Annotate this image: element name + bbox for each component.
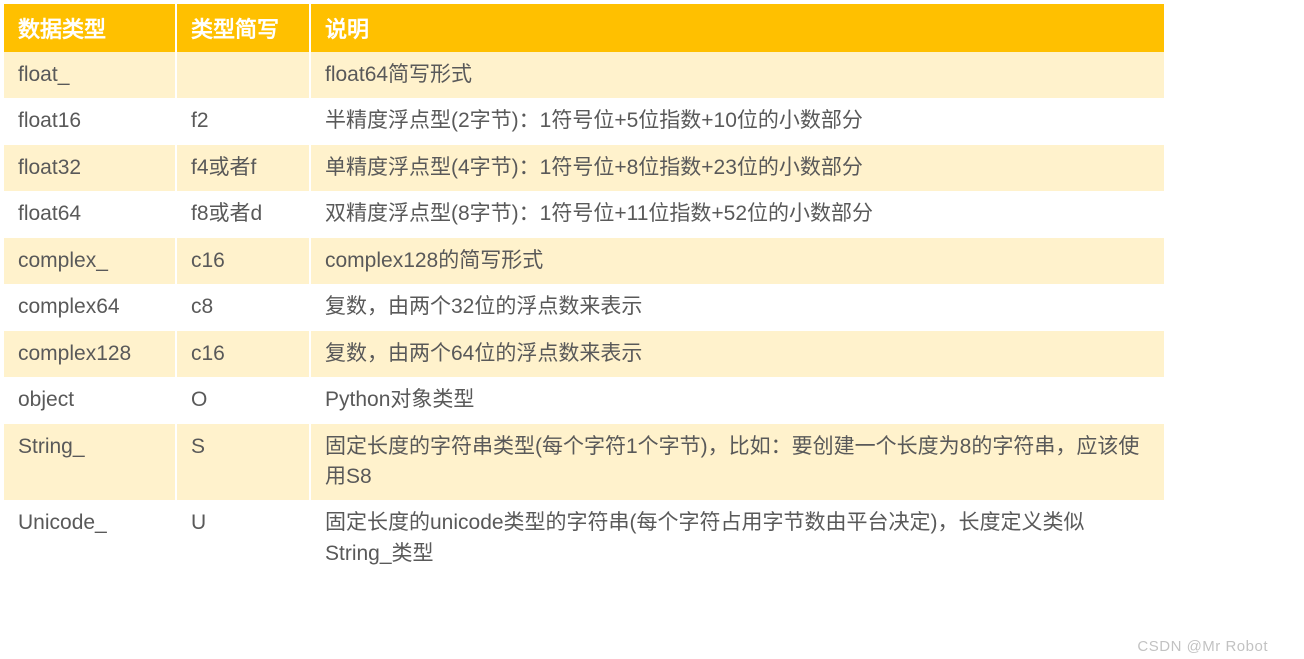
header-abbr: 类型简写	[176, 4, 310, 52]
cell-type: String_	[4, 424, 176, 501]
cell-abbr: c16	[176, 331, 310, 377]
header-desc: 说明	[310, 4, 1164, 52]
table-row: complex64 c8 复数，由两个32位的浮点数来表示	[4, 284, 1164, 330]
watermark: CSDN @Mr Robot	[1137, 638, 1268, 655]
table-row: complex128 c16 复数，由两个64位的浮点数来表示	[4, 331, 1164, 377]
dtype-table: 数据类型 类型简写 说明 float_ float64简写形式 float16 …	[4, 4, 1164, 577]
cell-desc: Python对象类型	[310, 377, 1164, 423]
table-row: float_ float64简写形式	[4, 52, 1164, 98]
table-row: String_ S 固定长度的字符串类型(每个字符1个字节)，比如：要创建一个长…	[4, 424, 1164, 501]
cell-abbr: f2	[176, 98, 310, 144]
cell-abbr: f4或者f	[176, 145, 310, 191]
table-row: float64 f8或者d 双精度浮点型(8字节)：1符号位+11位指数+52位…	[4, 191, 1164, 237]
cell-type: complex64	[4, 284, 176, 330]
cell-desc: complex128的简写形式	[310, 238, 1164, 284]
header-datatype: 数据类型	[4, 4, 176, 52]
table-row: float32 f4或者f 单精度浮点型(4字节)：1符号位+8位指数+23位的…	[4, 145, 1164, 191]
cell-abbr: f8或者d	[176, 191, 310, 237]
cell-type: complex128	[4, 331, 176, 377]
cell-desc: float64简写形式	[310, 52, 1164, 98]
cell-type: object	[4, 377, 176, 423]
cell-desc: 双精度浮点型(8字节)：1符号位+11位指数+52位的小数部分	[310, 191, 1164, 237]
cell-desc: 复数，由两个32位的浮点数来表示	[310, 284, 1164, 330]
cell-abbr: S	[176, 424, 310, 501]
table-row: object O Python对象类型	[4, 377, 1164, 423]
cell-abbr: O	[176, 377, 310, 423]
cell-desc: 固定长度的unicode类型的字符串(每个字符占用字节数由平台决定)，长度定义类…	[310, 500, 1164, 577]
cell-type: float64	[4, 191, 176, 237]
cell-abbr: c16	[176, 238, 310, 284]
table-row: complex_ c16 complex128的简写形式	[4, 238, 1164, 284]
cell-desc: 固定长度的字符串类型(每个字符1个字节)，比如：要创建一个长度为8的字符串，应该…	[310, 424, 1164, 501]
table-row: float16 f2 半精度浮点型(2字节)：1符号位+5位指数+10位的小数部…	[4, 98, 1164, 144]
cell-abbr: U	[176, 500, 310, 577]
cell-type: float_	[4, 52, 176, 98]
cell-abbr	[176, 52, 310, 98]
table-header-row: 数据类型 类型简写 说明	[4, 4, 1164, 52]
cell-abbr: c8	[176, 284, 310, 330]
cell-type: float16	[4, 98, 176, 144]
cell-desc: 单精度浮点型(4字节)：1符号位+8位指数+23位的小数部分	[310, 145, 1164, 191]
table-row: Unicode_ U 固定长度的unicode类型的字符串(每个字符占用字节数由…	[4, 500, 1164, 577]
cell-desc: 半精度浮点型(2字节)：1符号位+5位指数+10位的小数部分	[310, 98, 1164, 144]
cell-type: complex_	[4, 238, 176, 284]
cell-type: float32	[4, 145, 176, 191]
cell-type: Unicode_	[4, 500, 176, 577]
cell-desc: 复数，由两个64位的浮点数来表示	[310, 331, 1164, 377]
